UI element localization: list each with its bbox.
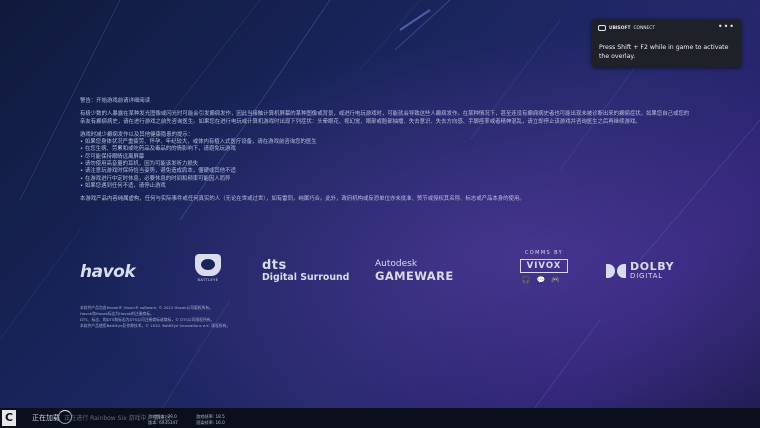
loading-spinner-icon	[58, 410, 72, 424]
tip-item: • 如果您遇到任何不适，请停止游戏	[80, 182, 166, 189]
warning-heading: 警告：开始游戏前请详细阅读	[80, 98, 151, 104]
battleye-label: BATTLEYE	[197, 278, 219, 282]
tips-list: • 如果您身体状况严重疲劳、怀孕、年纪较大，或体内有植入式医疗设备，请在游戏前咨…	[80, 139, 692, 190]
tip-item: • 尽可能保持眼睛远离屏幕	[80, 153, 145, 160]
ubisoft-connect-notification[interactable]: UBISOFT CONNECT ••• Press Shift + F2 whi…	[592, 19, 741, 67]
tip-item: • 请注意玩游戏时保持恰当姿势，避免造成肩本，僵硬或其他不适	[80, 168, 236, 175]
notification-brand: CONNECT	[633, 25, 656, 31]
gameware-wordmark: GAMEWARE	[375, 269, 454, 283]
dts-subtitle: Digital Surround	[262, 272, 350, 283]
battleye-logo: BATTLEYE	[194, 254, 222, 282]
middleware-logos: havok BATTLEYE dts Digital Surround Auto…	[80, 250, 680, 300]
dolby-wordmark: DOLBY	[630, 260, 675, 273]
photosensitivity-warning: 警告：开始游戏前请详细阅读 有极少数的人暴露在某种发光图像或闪光时可能会引发癫痫…	[80, 98, 692, 210]
battleye-shield-icon	[195, 254, 221, 276]
fiction-disclaimer: 本游戏产品内容纯属虚构，任何与实际事件或任何真实的人（无论在世或过世），如有雷同…	[80, 196, 525, 203]
ubisoft-connect-icon	[598, 25, 606, 31]
notification-message: Press Shift + F2 while in game to activa…	[599, 44, 729, 60]
vivox-wordmark: VIVOX	[520, 259, 568, 273]
legal-line: 本软件产品使用BattlEye反作弊技术。© 2020. BattlEye In…	[80, 323, 231, 328]
render-fps-stat: 渲染帧率: 16.0	[196, 420, 225, 425]
warning-paragraph: 有极少数的人暴露在某种发光图像或闪光时可能会引发癫痫发作，因此当接触计算机屏幕的…	[80, 111, 690, 125]
autodesk-wordmark: Autodesk	[375, 259, 418, 269]
dolby-double-d-icon	[606, 263, 626, 278]
notification-header: UBISOFT CONNECT	[598, 25, 655, 31]
autodesk-gameware-logo: Autodesk GAMEWARE	[375, 259, 454, 283]
game-logo-badge: C	[2, 410, 16, 426]
bottom-status-bar: C 正在加载 正在进行 Rainbow Six 游戏中，请稍后 游戏版本: 29…	[0, 408, 760, 428]
vivox-icons: 🎧💬🎮	[521, 276, 567, 284]
dolby-digital-logo: DOLBY DIGITAL	[606, 261, 674, 280]
vivox-logo: COMMS BY VIVOX 🎧💬🎮	[520, 250, 568, 284]
dolby-digital-label: DIGITAL	[630, 272, 663, 280]
dts-wordmark: dts	[262, 258, 287, 273]
more-options-icon[interactable]: •••	[718, 22, 735, 31]
legal-notices: 本软件产品包含Havok® Vision® software. © 2012 H…	[80, 305, 380, 329]
version-stat: 版本: 6935347	[148, 420, 178, 425]
tip-item: • 在您生病、劳累和或吃药品及毒品的的情影响下，请避免玩游戏	[80, 146, 236, 153]
tip-item: • 在游戏进行中定时休息，必要休息的时间和频率可能因人而异	[80, 175, 231, 182]
dts-logo: dts Digital Surround	[262, 258, 349, 283]
notification-brand-bold: UBISOFT	[609, 25, 631, 31]
havok-logo: havok	[80, 262, 136, 282]
vivox-comms-by: COMMS BY	[524, 250, 564, 256]
loading-label: 正在加载	[32, 414, 60, 422]
